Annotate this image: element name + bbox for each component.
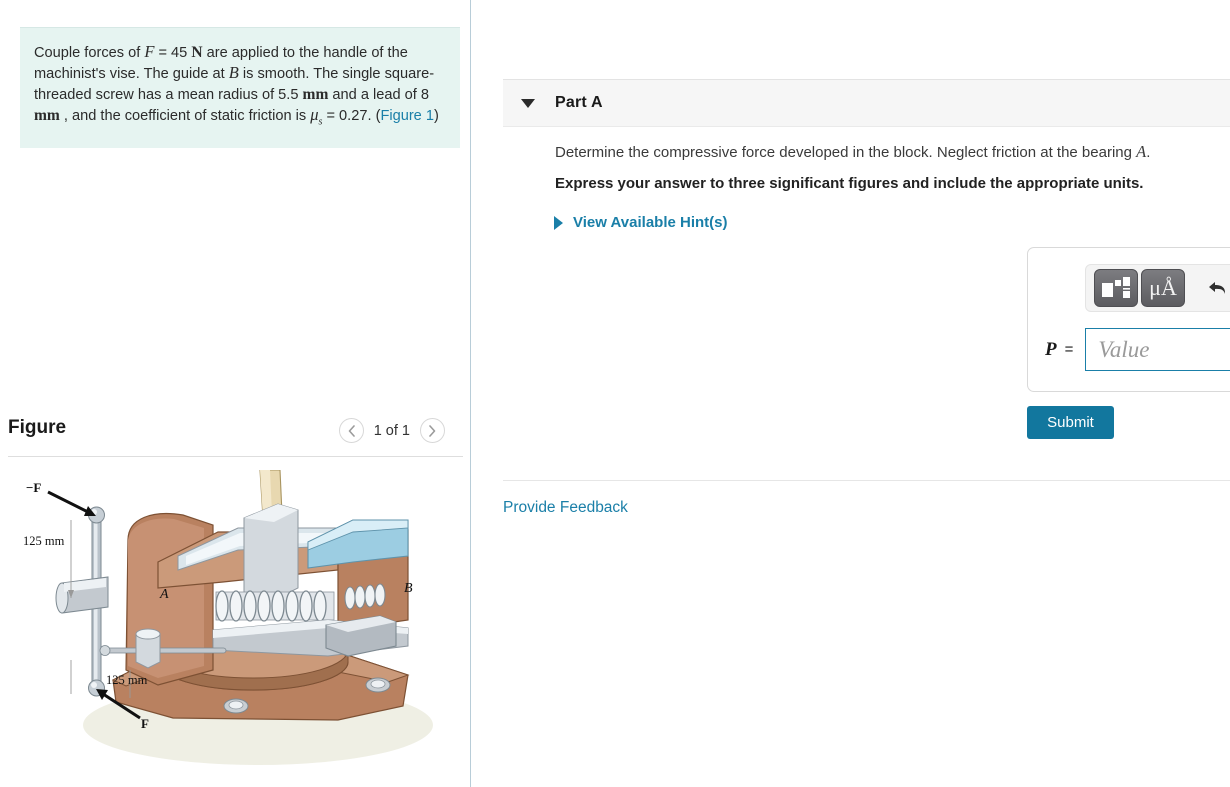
- figure-divider: [8, 456, 463, 457]
- part-a-header[interactable]: Part A: [503, 79, 1230, 127]
- figure-1-link[interactable]: Figure 1: [380, 108, 434, 124]
- problem-part-7: = 0.27. (: [322, 107, 381, 124]
- question-variable-a: A: [1136, 142, 1147, 161]
- base-bolt-left-head: [228, 700, 244, 710]
- math-template-icon: [1102, 277, 1130, 298]
- vise-diagram-svg: −F 125 mm 125 mm F A B: [23, 469, 433, 765]
- question-text: Determine the compressive force develope…: [555, 142, 1230, 163]
- unit-mm-radius: mm: [302, 85, 329, 103]
- mu-angstrom-icon: μÅ: [1149, 275, 1177, 300]
- screw-threads: [215, 590, 335, 622]
- page-root: Couple forces of F = 45 N are applied to…: [0, 0, 1230, 787]
- equals-sign: =: [1064, 341, 1074, 358]
- answer-entry-box: μÅ P = Value: [1027, 247, 1230, 392]
- label-point-b: B: [404, 581, 413, 596]
- question-body: Determine the compressive force develope…: [555, 144, 1137, 161]
- caret-down-icon[interactable]: [521, 98, 535, 108]
- units-symbol-button[interactable]: μÅ: [1141, 269, 1185, 307]
- variable-mu-s: μs: [310, 104, 323, 128]
- figure-page-label: 1 of 1: [373, 422, 410, 439]
- lock-handle-top: [135, 628, 161, 640]
- math-template-button[interactable]: [1094, 269, 1138, 307]
- part-a-title: Part A: [555, 94, 603, 111]
- figure-next-button[interactable]: [420, 418, 445, 443]
- problem-part-1: Couple forces of: [34, 45, 145, 61]
- undo-button[interactable]: [1197, 269, 1230, 307]
- unit-newton: N: [191, 44, 203, 61]
- question-period: .: [1146, 144, 1151, 161]
- variable-F: F: [144, 42, 155, 61]
- right-panel: Part A Determine the compressive force d…: [472, 0, 1230, 787]
- problem-part-5: and a lead of 8: [328, 86, 429, 103]
- view-hints-toggle[interactable]: View Available Hint(s): [554, 214, 728, 231]
- caret-right-icon[interactable]: [554, 215, 563, 230]
- answer-equation-row: P =: [1045, 328, 1230, 371]
- figure-prev-button[interactable]: [338, 418, 364, 443]
- math-toolbar: μÅ: [1085, 264, 1230, 312]
- unit-mm-lead: mm: [34, 106, 60, 124]
- base-bolt-right-head: [370, 679, 386, 689]
- figure-header: Figure 1 of 1: [8, 413, 463, 457]
- submit-button[interactable]: Submit: [1027, 406, 1114, 439]
- express-instruction: Express your answer to three significant…: [555, 175, 1144, 192]
- chevron-right-icon: [429, 424, 436, 437]
- figure-illustration: −F 125 mm 125 mm F A B: [8, 469, 463, 780]
- label-point-a: A: [159, 587, 169, 602]
- figure-title: Figure: [8, 417, 67, 438]
- feedback-divider: [503, 480, 1230, 481]
- problem-statement: Couple forces of F = 45 N are applied to…: [20, 27, 460, 149]
- answer-variable-label: P: [1045, 338, 1057, 360]
- problem-part-2: = 45: [154, 45, 192, 61]
- value-input[interactable]: [1085, 328, 1230, 371]
- undo-arrow-icon: [1209, 282, 1226, 294]
- figure-pager: 1 of 1: [338, 418, 445, 443]
- problem-part-6: , and the coefficient of static friction…: [59, 107, 311, 124]
- label-minus-F: −F: [26, 480, 41, 495]
- lock-pin-knob: [99, 645, 111, 656]
- label-F: F: [141, 716, 149, 731]
- problem-text: Couple forces of F = 45 N are applied to…: [34, 42, 446, 132]
- chevron-left-icon: [348, 424, 355, 437]
- label-dim-top: 125 mm: [23, 534, 65, 548]
- provide-feedback-link[interactable]: Provide Feedback: [503, 499, 628, 517]
- lock-pin: [105, 647, 227, 654]
- variable-B: B: [228, 63, 239, 83]
- problem-part-8: ): [433, 107, 439, 124]
- label-dim-bottom: 125 mm: [106, 673, 148, 687]
- handle-knob-bottom-highlight: [91, 682, 97, 688]
- left-panel: Couple forces of F = 45 N are applied to…: [0, 0, 471, 787]
- force-arrow-top-line: [47, 490, 93, 516]
- view-hints-label: View Available Hint(s): [573, 214, 728, 231]
